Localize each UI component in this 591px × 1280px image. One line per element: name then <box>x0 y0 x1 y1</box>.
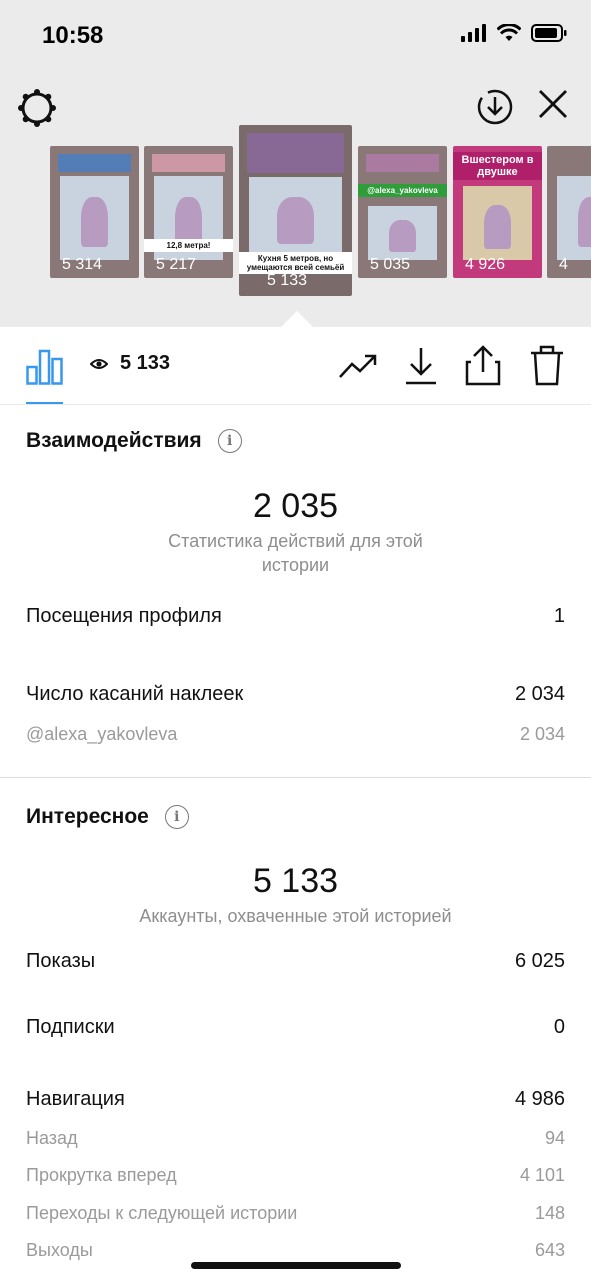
story-photo <box>557 176 591 260</box>
stat-label: Подписки <box>26 1016 115 1038</box>
thumbnail-caption: Кухня 5 метров, но умещаются всей семьёй <box>239 252 352 274</box>
stat-value: 2 034 <box>514 683 565 705</box>
stat-label: Прокрутка вперед <box>26 1165 177 1185</box>
bar-chart-icon[interactable] <box>26 349 63 385</box>
stat-value: 6 025 <box>514 950 565 972</box>
view-count: 5 133 <box>90 352 170 375</box>
interactions-total: 2 035 <box>252 487 339 525</box>
info-icon[interactable]: i <box>164 805 189 829</box>
thumbnail-views: 4 <box>559 256 568 273</box>
section-interactions: Взаимодействия i <box>26 429 242 453</box>
story-photo <box>60 176 129 260</box>
story-thumbnail[interactable]: 5 314 <box>50 146 139 278</box>
stat-row-exits: Выходы 643 <box>26 1240 565 1261</box>
story-thumbnail[interactable]: Вшестером в двушке 4 926 <box>453 146 542 278</box>
caption-overlay <box>366 154 439 172</box>
stat-row-follows: Подписки 0 <box>26 1016 565 1039</box>
download-circle-icon[interactable] <box>476 88 514 126</box>
stat-label: Переходы к следующей истории <box>26 1203 298 1223</box>
stat-value: 643 <box>534 1240 565 1260</box>
stat-value: 94 <box>544 1128 565 1148</box>
stat-value: 1 <box>553 605 565 627</box>
status-icons <box>461 24 567 42</box>
stat-label: Число касаний наклеек <box>26 683 244 705</box>
stat-row-sticker-taps: Число касаний наклеек 2 034 <box>26 683 565 706</box>
story-thumbnail-selected[interactable]: Кухня 5 метров, но умещаются всей семьёй… <box>239 125 352 296</box>
trash-icon[interactable] <box>529 344 565 386</box>
share-icon[interactable] <box>465 344 501 386</box>
stat-label: Посещения профиля <box>26 605 222 627</box>
story-thumbnail[interactable]: @alexa_yakovleva 5 035 <box>358 146 447 278</box>
stat-value: 4 101 <box>519 1165 565 1185</box>
eye-icon <box>90 358 108 369</box>
wifi-icon <box>497 24 521 41</box>
caption-overlay <box>247 133 344 173</box>
stat-label: Навигация <box>26 1088 125 1110</box>
story-thumbnail[interactable]: 4 <box>547 146 591 278</box>
selected-pointer <box>281 311 313 327</box>
stat-label: @alexa_yakovleva <box>26 724 178 744</box>
stat-label: Показы <box>26 950 96 972</box>
home-indicator[interactable] <box>191 1262 401 1269</box>
promote-trend-icon[interactable] <box>338 352 378 380</box>
caption-overlay <box>152 154 225 172</box>
story-thumbnail[interactable]: 12,8 метра! 5 217 <box>144 146 233 278</box>
thumbnail-views: 5 217 <box>156 256 197 273</box>
status-time: 10:58 <box>42 22 104 49</box>
settings-gear-icon[interactable] <box>17 88 57 128</box>
discovery-reach: 5 133 <box>252 862 339 900</box>
stat-row-back: Назад 94 <box>26 1128 565 1149</box>
thumbnail-caption: 12,8 метра! <box>144 239 233 252</box>
thumbnail-caption: @alexa_yakovleva <box>358 184 447 197</box>
caption-overlay <box>58 154 131 172</box>
stat-value: 0 <box>553 1016 565 1038</box>
section-title-interactions: Взаимодействия <box>26 429 202 452</box>
stat-value: 148 <box>534 1203 565 1223</box>
section-discovery: Интересное i <box>26 805 189 829</box>
story-photo <box>463 186 532 260</box>
thumbnail-views: 5 133 <box>267 272 308 289</box>
stat-row-next-story: Переходы к следующей истории 148 <box>26 1203 565 1224</box>
stat-value: 2 034 <box>519 724 565 744</box>
stat-row-navigation: Навигация 4 986 <box>26 1088 565 1111</box>
story-photo <box>368 206 437 260</box>
info-icon[interactable]: i <box>217 429 242 453</box>
interactions-subtitle: Статистика действий для этой истории <box>168 531 423 575</box>
stat-value: 4 986 <box>514 1088 565 1110</box>
stat-row-impressions: Показы 6 025 <box>26 950 565 973</box>
stat-label: Выходы <box>26 1240 93 1260</box>
stat-row-sticker-handle: @alexa_yakovleva 2 034 <box>26 724 565 745</box>
toolbar-divider <box>0 404 591 405</box>
thumbnail-caption: Вшестером в двушке <box>453 152 542 180</box>
story-photo <box>249 177 342 256</box>
thumbnail-views: 5 035 <box>370 256 411 273</box>
thumbnail-views: 4 926 <box>465 256 506 273</box>
close-icon[interactable] <box>537 88 569 120</box>
stat-row-profile-visits: Посещения профиля 1 <box>26 605 565 628</box>
view-count-value: 5 133 <box>120 352 171 374</box>
story-thumbnails-strip[interactable]: 5 314 12,8 метра! 5 217 Кухня 5 метров, … <box>0 125 591 300</box>
section-divider <box>0 777 591 778</box>
signal-icon <box>461 24 486 42</box>
discovery-subtitle: Аккаунты, охваченные этой историей <box>139 906 452 926</box>
thumbnail-views: 5 314 <box>62 256 103 273</box>
section-title-discovery: Интересное <box>26 805 149 828</box>
download-icon[interactable] <box>404 346 438 386</box>
insights-toolbar <box>0 327 591 405</box>
battery-icon <box>531 24 567 42</box>
stat-label: Назад <box>26 1128 78 1148</box>
stat-row-forward: Прокрутка вперед 4 101 <box>26 1165 565 1186</box>
